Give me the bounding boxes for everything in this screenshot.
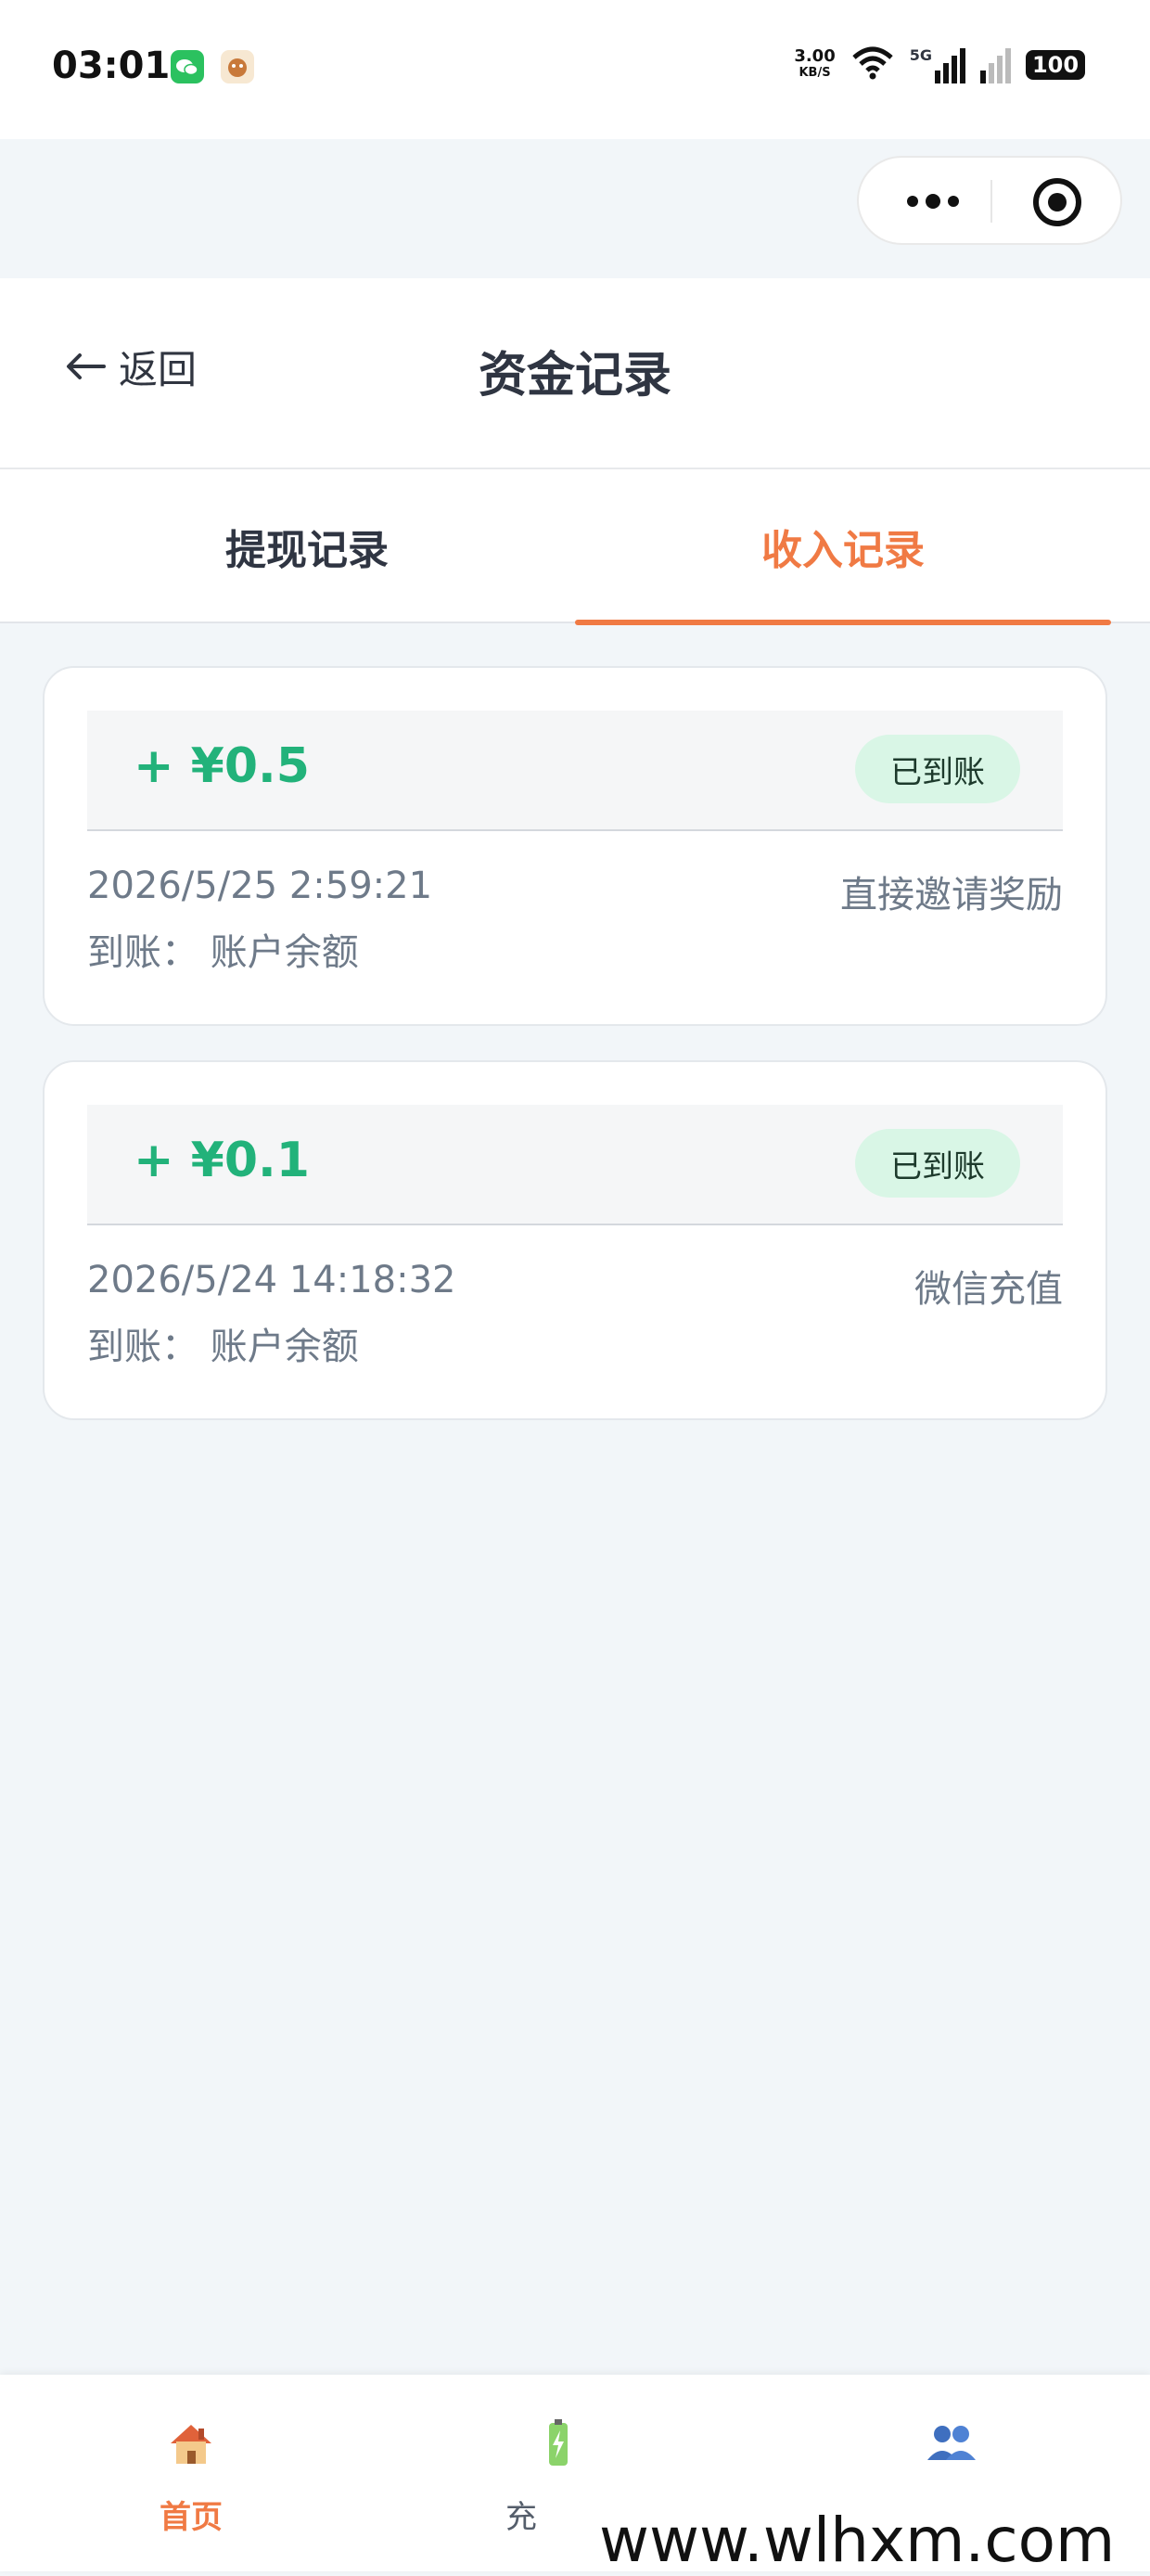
status-bar: 03:01 3.00 KB/S 5G 100: [0, 0, 1150, 139]
page-title: 资金记录: [478, 348, 671, 404]
record-destination: 到账： 账户余额: [87, 1326, 359, 1368]
record-header: + ¥0.1 已到账: [87, 1105, 1063, 1225]
wifi-icon: [850, 45, 895, 85]
signal-weak-icon: [980, 46, 1011, 83]
record-card[interactable]: + ¥0.1 已到账 2026/5/24 14:18:32 微信充值 到账： 账…: [43, 1060, 1107, 1420]
users-icon: [812, 2417, 1091, 2482]
status-badge: 已到账: [855, 735, 1020, 803]
status-time: 03:01: [52, 45, 171, 87]
more-icon[interactable]: [896, 186, 970, 217]
capsule-divider: [990, 180, 992, 223]
record-amount: + ¥0.5: [134, 738, 310, 794]
miniprogram-capsule: [857, 156, 1122, 245]
signal-5g-label: 5G: [909, 46, 932, 64]
record-time: 2026/5/24 14:18:32: [87, 1259, 456, 1301]
bottom-tab-home[interactable]: 首页: [52, 2375, 330, 2571]
bottom-tab-label: 充: [505, 2499, 537, 2536]
network-speed: 3.00 KB/S: [794, 48, 835, 82]
record-amount: + ¥0.1: [134, 1133, 310, 1188]
record-tabs: 提现记录 收入记录: [0, 468, 1150, 625]
close-target-icon[interactable]: [1033, 178, 1081, 226]
battery-icon: 100: [1026, 50, 1085, 80]
status-badge: 已到账: [855, 1129, 1020, 1198]
watermark-text: www.wlhxm.com: [599, 2505, 1116, 2576]
status-indicators: 3.00 KB/S 5G 100: [794, 45, 1085, 85]
battery-icon: [419, 2417, 697, 2482]
house-icon: [52, 2417, 330, 2482]
record-card[interactable]: + ¥0.5 已到账 2026/5/25 2:59:21 直接邀请奖励 到账： …: [43, 666, 1107, 1026]
signal-5g-icon: 5G: [910, 46, 965, 83]
network-speed-unit: KB/S: [799, 66, 831, 80]
record-destination: 到账： 账户余额: [87, 931, 359, 974]
app-notification-icon: [221, 50, 254, 83]
tab-income-records[interactable]: 收入记录: [575, 469, 1111, 625]
wechat-notification-icon: [171, 50, 204, 83]
record-source: 直接邀请奖励: [840, 874, 1063, 916]
record-source: 微信充值: [914, 1268, 1063, 1311]
tab-withdraw-records[interactable]: 提现记录: [39, 469, 575, 623]
record-header: + ¥0.5 已到账: [87, 711, 1063, 831]
record-time: 2026/5/25 2:59:21: [87, 865, 433, 907]
bottom-tab-label: 首页: [160, 2499, 223, 2536]
network-speed-value: 3.00: [794, 46, 836, 66]
